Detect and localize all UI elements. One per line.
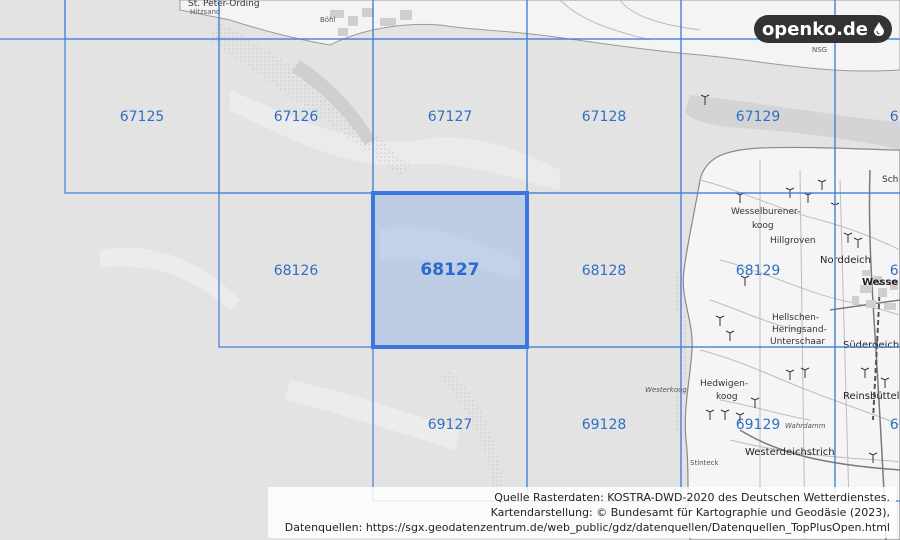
- drop-icon: [874, 22, 884, 36]
- place-norddeich: Norddeich: [820, 255, 871, 266]
- place-heringsand: Heringsand-: [772, 325, 827, 335]
- place-hedwigenkoog-2: koog: [716, 392, 738, 402]
- place-sch: Sch: [882, 175, 898, 185]
- logo-text: openko.de: [761, 18, 868, 40]
- place-nsg: NSG: [812, 46, 827, 54]
- grid-cell-label: 67129: [736, 109, 781, 125]
- place-hillgroven: Hillgroven: [770, 236, 816, 246]
- grid-cell-label: 69130: [890, 417, 900, 433]
- openko-logo[interactable]: openko.de: [753, 15, 892, 43]
- grid-cell-label: 67130: [890, 109, 900, 125]
- grid-cell-label: 67128: [582, 109, 627, 125]
- place-hellschen: Hellschen-: [772, 313, 819, 323]
- attribution-line-1: Quelle Rasterdaten: KOSTRA-DWD-2020 des …: [494, 491, 890, 504]
- map-canvas[interactable]: St. Peter-Ording Böhl Hitzsand NSG Wesse…: [0, 0, 900, 540]
- grid-cell-label: 68129: [736, 263, 781, 279]
- grid-cell-label: 67127: [428, 109, 473, 125]
- place-hedwigenkoog: Hedwigen-: [700, 379, 748, 389]
- place-stinteck: Stinteck: [690, 459, 719, 467]
- grid-cell-label: 68128: [582, 263, 627, 279]
- place-wahrdamm: Wahrdamm: [785, 422, 826, 430]
- grid-cell-label: 69127: [428, 417, 473, 433]
- place-boehl: Böhl: [320, 16, 336, 24]
- place-reinsbuettel: Reinsbüttel: [843, 391, 899, 402]
- grid-cell-label: 69128: [582, 417, 627, 433]
- grid-cell-label: 68126: [274, 263, 319, 279]
- grid-cell-label: 69129: [736, 417, 781, 433]
- grid-cell-68127[interactable]: 68127: [371, 191, 529, 349]
- place-suederdeich: Süderdeich: [843, 340, 899, 351]
- grid-cell-label: 67126: [274, 109, 319, 125]
- grid-cell-label: 67125: [120, 109, 165, 125]
- grid-cell-label: 68127: [420, 260, 479, 280]
- place-wesselburenerkoog: Wesselburener-: [731, 207, 800, 217]
- place-hitzsand: Hitzsand: [190, 8, 220, 16]
- map-attribution: Quelle Rasterdaten: KOSTRA-DWD-2020 des …: [268, 487, 896, 538]
- place-westerdeichstrich: Westerdeichstrich: [745, 447, 835, 458]
- grid-cell-label: 68130: [890, 263, 900, 279]
- attribution-line-3: Datenquellen: https://sgx.geodatenzentru…: [284, 521, 890, 534]
- place-unterschaar: Unterschaar: [770, 337, 825, 347]
- place-wesselburenerkoog-2: koog: [752, 221, 774, 231]
- attribution-line-2: Kartendarstellung: © Bundesamt für Karto…: [490, 506, 890, 519]
